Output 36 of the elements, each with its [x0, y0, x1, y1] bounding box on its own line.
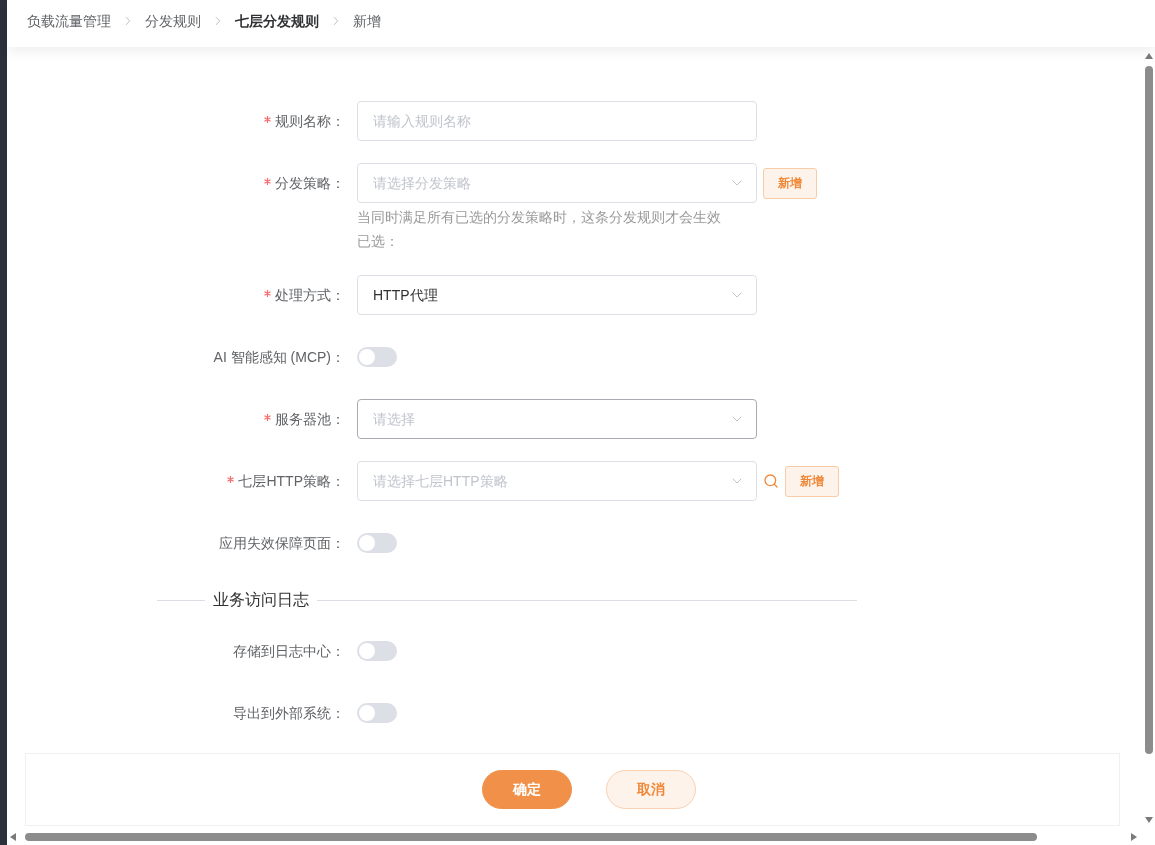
scroll-left-icon[interactable]: [10, 833, 16, 841]
input-field[interactable]: 请输入规则名称: [357, 101, 757, 141]
hint-text: 当同时满足所有已选的分发策略时，这条分发规则才会生效: [357, 208, 722, 227]
field-label: 处理方式：: [275, 285, 345, 305]
breadcrumb-link[interactable]: 七层分发规则: [235, 10, 319, 32]
scroll-up-icon[interactable]: [1145, 53, 1153, 59]
breadcrumb-link[interactable]: 负载流量管理: [27, 10, 111, 32]
field-label: 导出到外部系统：: [233, 703, 345, 723]
select-field[interactable]: 请选择: [357, 399, 757, 439]
cancel-button[interactable]: 取消: [605, 770, 696, 809]
field-label: 存储到日志中心：: [233, 641, 345, 661]
add-button[interactable]: 新增: [785, 465, 839, 497]
field-label: 服务器池：: [275, 409, 345, 429]
field-label: 七层HTTP策略：: [238, 471, 345, 491]
hint-text: 已选：: [357, 232, 400, 251]
toggle-switch[interactable]: [357, 533, 397, 553]
toggle-switch[interactable]: [357, 347, 397, 367]
toggle-switch[interactable]: [357, 703, 397, 723]
scroll-down-icon[interactable]: [1145, 817, 1153, 823]
section-title: 业务访问日志: [212, 590, 310, 610]
search-icon[interactable]: [763, 473, 779, 489]
scroll-right-icon[interactable]: [1131, 833, 1137, 841]
confirm-button[interactable]: 确定: [481, 770, 572, 809]
field-label: 分发策略：: [275, 173, 345, 193]
scrollbar-thumb[interactable]: [1145, 66, 1153, 754]
select-field[interactable]: 请选择分发策略: [357, 163, 757, 203]
toggle-switch[interactable]: [357, 641, 397, 661]
breadcrumb-link[interactable]: 分发规则: [145, 10, 201, 32]
scrollbar-thumb[interactable]: [25, 833, 1037, 841]
select-field[interactable]: 请选择七层HTTP策略: [357, 461, 757, 501]
field-label: 应用失效保障页面：: [219, 533, 345, 553]
add-button[interactable]: 新增: [763, 167, 817, 199]
select-field[interactable]: HTTP代理: [357, 275, 757, 315]
breadcrumb-link[interactable]: 新增: [353, 10, 381, 32]
field-label: AI 智能感知 (MCP)：: [213, 347, 345, 367]
field-label: 规则名称：: [275, 111, 345, 131]
